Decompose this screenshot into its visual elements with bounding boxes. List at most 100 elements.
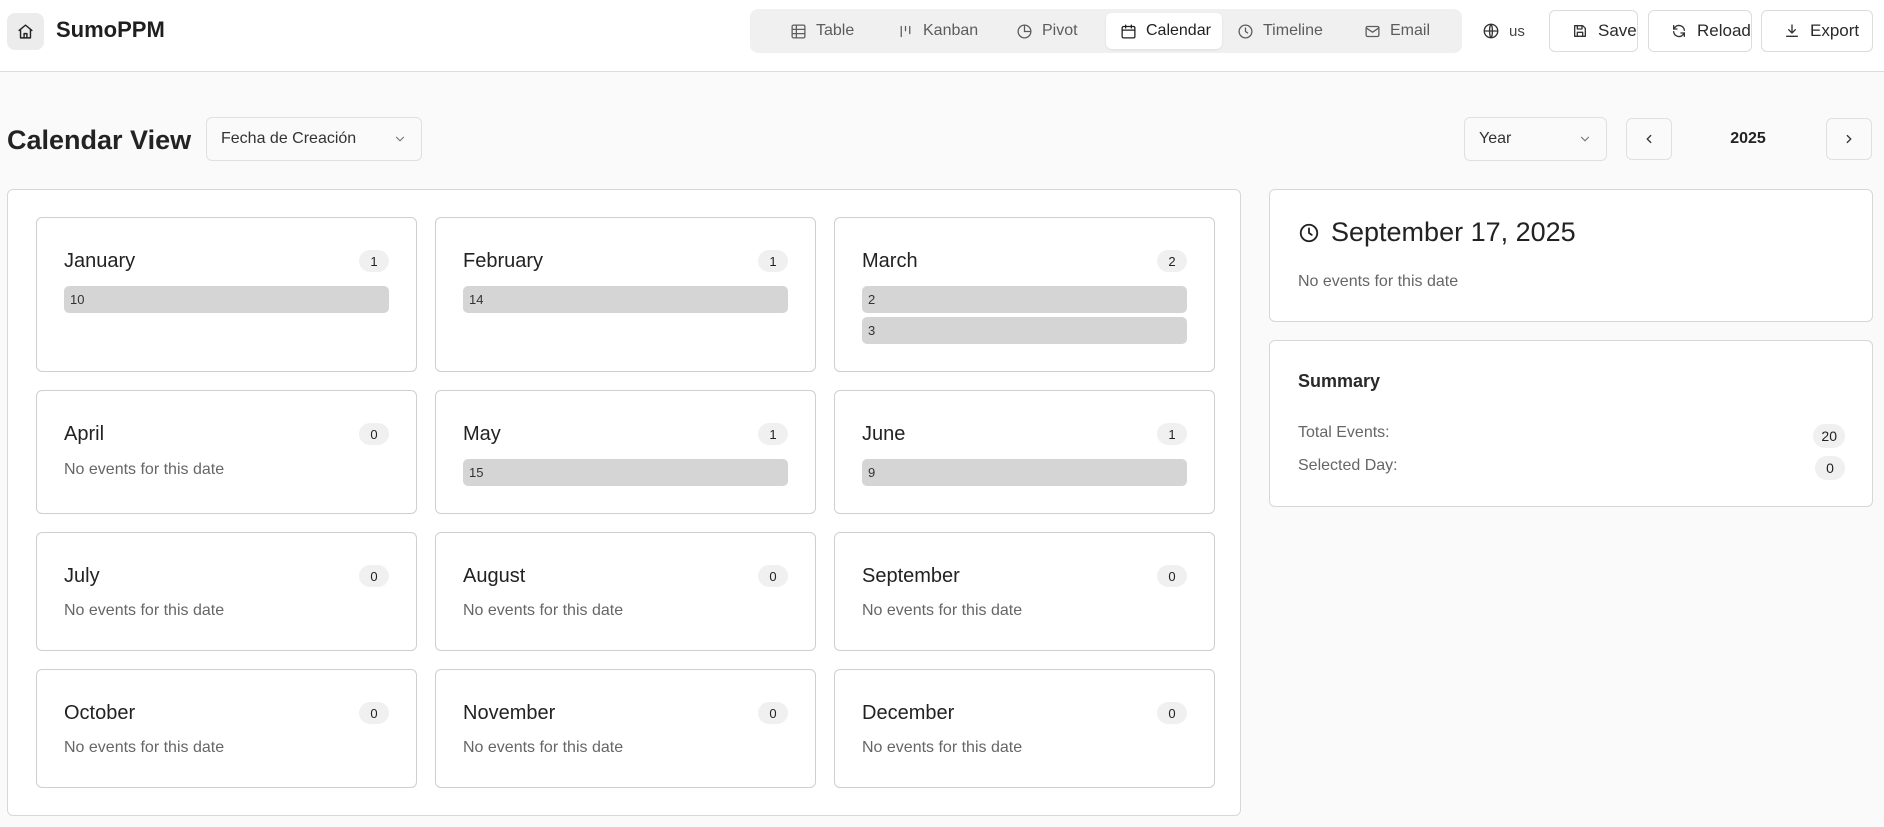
month-name: April bbox=[64, 423, 105, 445]
export-button[interactable]: Export bbox=[1761, 10, 1873, 52]
event-count-badge: 0 bbox=[758, 565, 788, 587]
clock-icon bbox=[1238, 23, 1253, 39]
mail-icon bbox=[1365, 25, 1380, 37]
no-events-text: No events for this date bbox=[64, 602, 225, 619]
no-events-text: No events for this date bbox=[862, 739, 1023, 756]
reload-button[interactable]: Reload bbox=[1648, 10, 1752, 52]
month-card-july[interactable]: July 0 No events for this date bbox=[36, 532, 417, 651]
event-chip[interactable]: 10 bbox=[64, 286, 389, 313]
current-year: 2025 bbox=[1730, 130, 1766, 147]
tab-calendar[interactable]: Calendar bbox=[1106, 13, 1222, 49]
event-count-badge: 0 bbox=[1157, 565, 1187, 587]
event-count-badge: 0 bbox=[359, 702, 389, 724]
month-card-february[interactable]: February 1 14 bbox=[435, 217, 816, 372]
kanban-icon bbox=[900, 25, 911, 37]
prev-year-button[interactable] bbox=[1626, 118, 1672, 160]
month-card-november[interactable]: November 0 No events for this date bbox=[435, 669, 816, 788]
chevron-left-icon bbox=[1646, 134, 1652, 144]
tab-table[interactable]: Table bbox=[776, 13, 868, 49]
month-card-october[interactable]: October 0 No events for this date bbox=[36, 669, 417, 788]
month-name: October bbox=[64, 702, 136, 724]
save-icon bbox=[1574, 25, 1586, 37]
calendar-panel: January 1 10 February 1 14 March 2 2 3 A… bbox=[7, 189, 1241, 816]
reload-button-label: Reload bbox=[1697, 21, 1751, 40]
tab-timeline-label: Timeline bbox=[1263, 22, 1323, 39]
selected-date-empty-text: No events for this date bbox=[1298, 273, 1459, 290]
event-chip[interactable]: 2 bbox=[862, 286, 1187, 313]
month-name: November bbox=[463, 702, 556, 724]
selected-day-label: Selected Day: bbox=[1298, 457, 1398, 474]
tab-calendar-label: Calendar bbox=[1146, 22, 1211, 39]
summary-title: Summary bbox=[1298, 371, 1381, 391]
tab-email[interactable]: Email bbox=[1350, 13, 1450, 49]
month-card-april[interactable]: April 0 No events for this date bbox=[36, 390, 417, 514]
view-switcher: Table Kanban Pivot Calendar Timeline Ema… bbox=[750, 9, 1462, 53]
summary-card: Summary Total Events: 20 Selected Day: 0 bbox=[1269, 340, 1873, 507]
next-year-button[interactable] bbox=[1826, 118, 1872, 160]
calendar-icon bbox=[1121, 23, 1136, 39]
month-name: February bbox=[463, 250, 544, 272]
tab-table-label: Table bbox=[816, 22, 855, 39]
month-name: December bbox=[862, 702, 955, 724]
no-events-text: No events for this date bbox=[463, 739, 624, 756]
period-select[interactable]: Year bbox=[1464, 117, 1607, 161]
period-value: Year bbox=[1479, 130, 1512, 147]
tab-timeline[interactable]: Timeline bbox=[1223, 13, 1341, 49]
app-brand: SumoPPM bbox=[56, 17, 165, 42]
month-card-august[interactable]: August 0 No events for this date bbox=[435, 532, 816, 651]
save-button[interactable]: Save bbox=[1549, 10, 1638, 52]
month-name: July bbox=[64, 565, 100, 587]
selected-date-card: September 17, 2025 No events for this da… bbox=[1269, 189, 1873, 322]
date-field-value: Fecha de Creación bbox=[221, 130, 357, 147]
selected-date-title: September 17, 2025 bbox=[1331, 217, 1576, 247]
month-card-december[interactable]: December 0 No events for this date bbox=[834, 669, 1215, 788]
language-selector[interactable]: us bbox=[1482, 16, 1525, 46]
event-count-badge: 1 bbox=[758, 250, 788, 272]
chevron-down-icon bbox=[1580, 136, 1590, 142]
month-name: January bbox=[64, 250, 136, 272]
month-card-january[interactable]: January 1 10 bbox=[36, 217, 417, 372]
event-chip[interactable]: 9 bbox=[862, 459, 1187, 486]
tab-email-label: Email bbox=[1390, 22, 1431, 39]
no-events-text: No events for this date bbox=[64, 739, 225, 756]
event-chip[interactable]: 14 bbox=[463, 286, 788, 313]
month-name: June bbox=[862, 423, 906, 445]
month-card-march[interactable]: March 2 2 3 bbox=[834, 217, 1215, 372]
date-field-select[interactable]: Fecha de Creación bbox=[206, 117, 422, 161]
tab-kanban-label: Kanban bbox=[923, 22, 979, 39]
language-code: us bbox=[1509, 22, 1525, 40]
no-events-text: No events for this date bbox=[463, 602, 624, 619]
month-card-may[interactable]: May 1 15 bbox=[435, 390, 816, 514]
month-name: August bbox=[463, 565, 526, 587]
globe-icon bbox=[1483, 23, 1499, 39]
event-count-badge: 0 bbox=[1157, 702, 1187, 724]
event-count-badge: 0 bbox=[758, 702, 788, 724]
total-events-label: Total Events: bbox=[1298, 424, 1390, 441]
selected-day-badge: 0 bbox=[1815, 456, 1845, 480]
month-card-june[interactable]: June 1 9 bbox=[834, 390, 1215, 514]
event-count-badge: 1 bbox=[1157, 423, 1187, 445]
event-chip[interactable]: 15 bbox=[463, 459, 788, 486]
month-name: May bbox=[463, 423, 501, 445]
month-card-september[interactable]: September 0 No events for this date bbox=[834, 532, 1215, 651]
export-button-label: Export bbox=[1810, 21, 1860, 40]
no-events-text: No events for this date bbox=[64, 461, 225, 478]
event-count-badge: 0 bbox=[359, 423, 389, 445]
selected-date-heading: September 17, 2025 bbox=[1298, 217, 1576, 248]
total-events-badge: 20 bbox=[1813, 424, 1845, 448]
no-events-text: No events for this date bbox=[862, 602, 1023, 619]
chevron-down-icon bbox=[395, 136, 405, 142]
page-title: Calendar View bbox=[7, 125, 192, 155]
table-icon bbox=[791, 23, 806, 39]
top-header: SumoPPM Table Kanban Pivot Calendar Time… bbox=[0, 0, 1884, 72]
home-button[interactable] bbox=[7, 13, 44, 50]
download-icon bbox=[1786, 24, 1798, 37]
tab-kanban[interactable]: Kanban bbox=[883, 13, 987, 49]
event-count-badge: 0 bbox=[359, 565, 389, 587]
event-count-badge: 2 bbox=[1157, 250, 1187, 272]
event-chip[interactable]: 3 bbox=[862, 317, 1187, 344]
event-count-badge: 1 bbox=[359, 250, 389, 272]
save-button-label: Save bbox=[1598, 21, 1637, 40]
tab-pivot[interactable]: Pivot bbox=[1002, 13, 1098, 49]
clock-icon bbox=[1299, 223, 1319, 242]
